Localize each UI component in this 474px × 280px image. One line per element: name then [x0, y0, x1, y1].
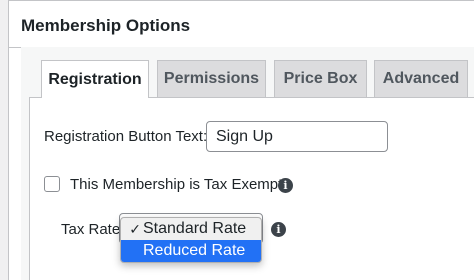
option-label: Reduced Rate — [143, 242, 246, 259]
tax-exempt-checkbox[interactable] — [44, 176, 60, 192]
tax-rates-dropdown: ✓ Standard Rate Reduced Rate — [120, 217, 262, 263]
tab-permissions[interactable]: Permissions — [157, 60, 266, 97]
check-mark-icon: ✓ — [129, 220, 141, 237]
tax-rate-option-reduced[interactable]: Reduced Rate — [121, 240, 261, 262]
tab-price-box[interactable]: Price Box — [274, 60, 367, 97]
membership-options-panel: Membership Options Registration Permissi… — [8, 0, 474, 280]
tax-exempt-label: This Membership is Tax Exempt — [70, 176, 283, 193]
tab-label: Registration — [48, 70, 142, 88]
registration-button-text-label: Registration Button Text: — [44, 128, 208, 145]
tab-label: Advanced — [382, 70, 460, 87]
tab-label: Permissions — [163, 70, 260, 87]
tab-advanced[interactable]: Advanced — [374, 60, 468, 97]
tax-rate-option-standard[interactable]: ✓ Standard Rate — [121, 218, 261, 240]
panel-title: Membership Options — [21, 16, 191, 35]
registration-button-text-input[interactable] — [206, 121, 388, 152]
panel-body: Registration Permissions Price Box Advan… — [21, 47, 474, 280]
tab-registration[interactable]: Registration — [41, 60, 149, 98]
registration-tab-content: Registration Button Text: This Membershi… — [29, 97, 474, 280]
panel-header: Membership Options — [9, 1, 474, 48]
tab-label: Price Box — [283, 70, 358, 87]
info-icon[interactable]: i — [278, 178, 293, 193]
info-icon[interactable]: i — [271, 222, 286, 237]
tax-rates-label: Tax Rates — [61, 221, 128, 238]
option-label: Standard Rate — [143, 220, 247, 237]
